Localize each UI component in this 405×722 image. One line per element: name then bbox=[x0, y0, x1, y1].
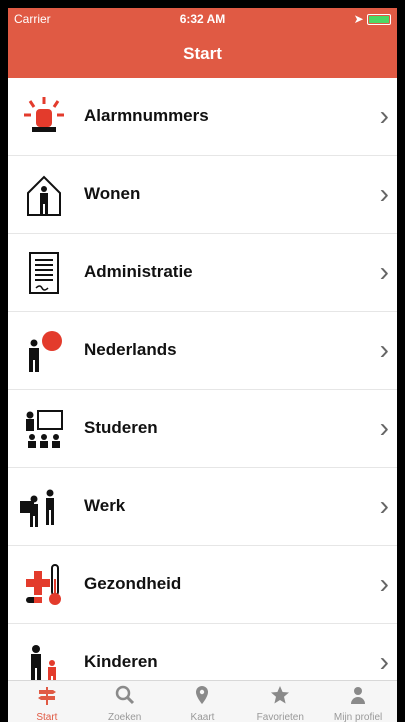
tab-zoeken[interactable]: Zoeken bbox=[86, 681, 164, 722]
chevron-right-icon: › bbox=[379, 490, 389, 521]
classroom-icon bbox=[26, 410, 63, 448]
search-icon bbox=[115, 685, 134, 705]
chevron-right-icon: › bbox=[379, 412, 389, 443]
list-item-werk[interactable]: Werk › bbox=[8, 468, 397, 546]
list-item-nederlands[interactable]: Nederlands › bbox=[8, 312, 397, 390]
speech-person-icon bbox=[29, 331, 62, 372]
status-right: ➤ bbox=[354, 12, 391, 26]
chevron-right-icon: › bbox=[379, 256, 389, 287]
list-item-label: Nederlands bbox=[84, 340, 177, 359]
tab-label: Zoeken bbox=[108, 712, 142, 722]
star-icon bbox=[271, 686, 290, 704]
work-icon bbox=[20, 489, 54, 527]
chevron-right-icon: › bbox=[379, 568, 389, 599]
health-icon bbox=[26, 564, 61, 605]
list-item-label: Kinderen bbox=[84, 652, 158, 671]
location-arrow-icon: ➤ bbox=[353, 12, 364, 26]
tab-mijn-profiel[interactable]: Mijn profiel bbox=[319, 681, 397, 722]
house-person-icon bbox=[27, 175, 61, 216]
phone-screen: Carrier 6:32 AM ➤ Start Alarmnummers › W… bbox=[8, 8, 397, 722]
list-item-label: Gezondheid bbox=[84, 574, 182, 593]
list-item-label: Studeren bbox=[84, 418, 158, 437]
list-item-label: Alarmnummers bbox=[84, 106, 209, 125]
map-pin-icon bbox=[196, 686, 209, 704]
tab-label: Mijn profiel bbox=[333, 712, 383, 722]
document-icon bbox=[29, 252, 59, 294]
list-item-label: Wonen bbox=[84, 184, 141, 203]
signpost-icon bbox=[37, 687, 56, 705]
list-item-alarmnummers[interactable]: Alarmnummers › bbox=[8, 78, 397, 156]
list-item-wonen[interactable]: Wonen › bbox=[8, 156, 397, 234]
list-item-studeren[interactable]: Studeren › bbox=[8, 390, 397, 468]
tab-label: Kaart bbox=[190, 712, 215, 722]
page-title: Start bbox=[183, 44, 222, 63]
children-icon bbox=[31, 645, 56, 680]
tab-kaart[interactable]: Kaart bbox=[164, 681, 242, 722]
chevron-right-icon: › bbox=[379, 334, 389, 365]
category-list: Alarmnummers › Wonen › Administratie › N… bbox=[8, 78, 397, 680]
status-bar: Carrier 6:32 AM ➤ bbox=[8, 8, 397, 30]
person-icon bbox=[351, 687, 366, 704]
siren-icon bbox=[24, 97, 64, 132]
chevron-right-icon: › bbox=[379, 100, 389, 131]
clock: 6:32 AM bbox=[179, 12, 226, 26]
tab-favorieten[interactable]: Favorieten bbox=[241, 681, 319, 722]
list-item-gezondheid[interactable]: Gezondheid › bbox=[8, 546, 397, 624]
list-item-label: Administratie bbox=[84, 262, 193, 281]
tab-bar: Start Zoeken Kaart Favorieten Mijn profi… bbox=[8, 680, 397, 722]
list-item-label: Werk bbox=[84, 496, 126, 515]
battery-icon bbox=[367, 14, 391, 26]
tab-label: Start bbox=[36, 712, 58, 722]
list-item-administratie[interactable]: Administratie › bbox=[8, 234, 397, 312]
tab-label: Favorieten bbox=[256, 712, 304, 722]
list-item-kinderen[interactable]: Kinderen › bbox=[8, 624, 397, 680]
header: Carrier 6:32 AM ➤ Start bbox=[8, 8, 397, 78]
chevron-right-icon: › bbox=[379, 178, 389, 209]
chevron-right-icon: › bbox=[379, 646, 389, 677]
tab-start[interactable]: Start bbox=[8, 681, 86, 722]
